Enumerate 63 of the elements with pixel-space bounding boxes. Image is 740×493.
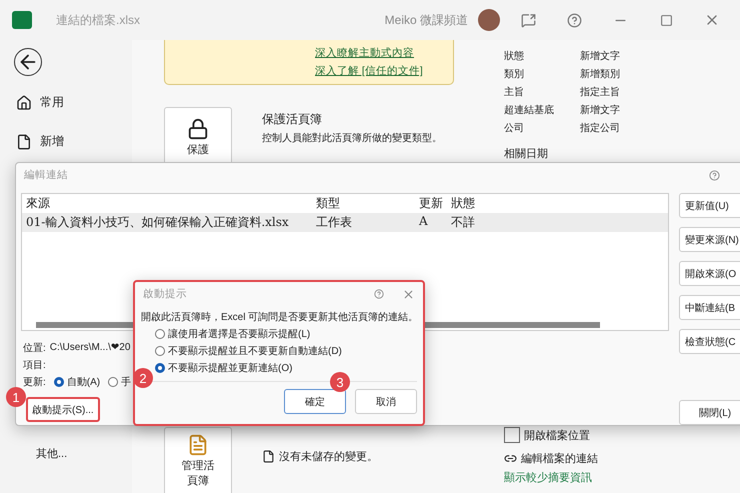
field-label: 項目: — [23, 358, 46, 372]
avatar — [478, 9, 500, 31]
help-link[interactable]: 深入瞭解主動式內容 — [315, 46, 453, 60]
field-label: 位置: — [23, 342, 46, 354]
open-location-button[interactable]: 開啟檔案位置 — [524, 428, 590, 442]
column-header: 狀態 — [451, 195, 476, 212]
edit-links-button[interactable]: 編輯檔案的連結 — [521, 451, 598, 466]
sidebar-item[interactable]: 其他... — [36, 446, 132, 461]
dialog-button[interactable]: 檢查狀態(C — [679, 329, 740, 354]
radio-option[interactable]: 自動(A) — [54, 374, 100, 388]
back-icon[interactable] — [14, 48, 42, 76]
column-header: 更新 — [419, 195, 444, 212]
column-header: 來源 — [26, 195, 51, 212]
close-button[interactable]: 關閉(L) — [679, 400, 740, 425]
link-row[interactable]: 01-輸入資料小技巧、如何確保輸入正確資料.xlsx 工作表 A 不詳 — [22, 213, 668, 232]
dialog-title: 編輯連結 — [24, 168, 69, 182]
excel-logo-icon — [12, 11, 32, 29]
property-value[interactable]: 新增類別 — [580, 66, 720, 84]
section-description: 控制人員能對此活頁簿所做的變更類型。 — [262, 132, 442, 145]
radio-option[interactable]: 讓使用者選擇是否要顯示提醒(L) — [155, 327, 423, 341]
property-value[interactable]: 新增文字 — [580, 48, 720, 66]
window-title: 連結的檔案.xlsx — [56, 12, 141, 28]
dialog-button[interactable]: 開啟來源(O — [679, 261, 740, 286]
ok-button[interactable]: 確定 — [284, 389, 346, 414]
manage-workbook-button[interactable]: 管理活頁簿 — [164, 427, 232, 493]
help-link[interactable]: 深入了解 [信任的文件] — [315, 64, 453, 78]
help-icon[interactable] — [374, 289, 384, 299]
folder-button[interactable] — [504, 427, 520, 443]
dialog-button[interactable]: 中斷連結(B — [679, 295, 740, 320]
lock-icon — [187, 118, 209, 140]
sidebar-item[interactable]: 新增 — [40, 133, 64, 150]
property-value[interactable]: 指定主旨 — [580, 84, 720, 102]
field-label: 更新: — [23, 376, 46, 388]
property-label: 狀態 — [504, 50, 525, 64]
user-name: Meiko 微課頻道 — [384, 12, 468, 28]
dialog-message: 開啟此活頁簿時，Excel 可詢問是否要更新其他活頁簿的連結。 — [140, 310, 420, 325]
document-icon[interactable] — [16, 134, 32, 150]
dialog-title: 啟動提示 — [143, 287, 188, 301]
radio-option[interactable]: 不要顯示提醒並且不要更新自動連結(D) — [155, 344, 423, 358]
startup-prompt-button[interactable]: 啟動提示(S)... — [26, 397, 100, 422]
home-icon[interactable] — [16, 94, 32, 110]
property-label: 公司 — [504, 122, 525, 136]
radio-option[interactable]: 手 — [108, 374, 132, 388]
help-icon[interactable] — [709, 170, 720, 180]
dialog-button[interactable]: 變更來源(N) — [679, 227, 740, 252]
document-icon — [262, 450, 275, 463]
unsaved-status: 沒有未儲存的變更。 — [279, 450, 378, 464]
sidebar-item[interactable]: 常用 — [40, 94, 64, 111]
radio-option[interactable]: 不要顯示提醒並更新連結(O) — [155, 361, 423, 375]
property-label: 類別 — [504, 68, 525, 82]
section-heading: 相關日期 — [504, 147, 549, 161]
column-header: 類型 — [316, 195, 341, 212]
property-value[interactable]: 新增文字 — [580, 102, 720, 120]
document-icon — [187, 434, 209, 456]
close-icon[interactable] — [402, 288, 415, 300]
property-label: 超連結基底 — [504, 104, 555, 118]
section-title: 保護活頁簿 — [262, 111, 323, 128]
cancel-button[interactable]: 取消 — [355, 389, 417, 414]
show-less-link[interactable]: 顯示較少摘要資訊 — [504, 470, 720, 485]
property-label: 主旨 — [504, 86, 525, 100]
location-value: C:\Users\M...\❤20 — [50, 342, 130, 353]
property-value[interactable]: 指定公司 — [580, 120, 720, 138]
dialog-button[interactable]: 更新值(U) — [679, 193, 740, 218]
